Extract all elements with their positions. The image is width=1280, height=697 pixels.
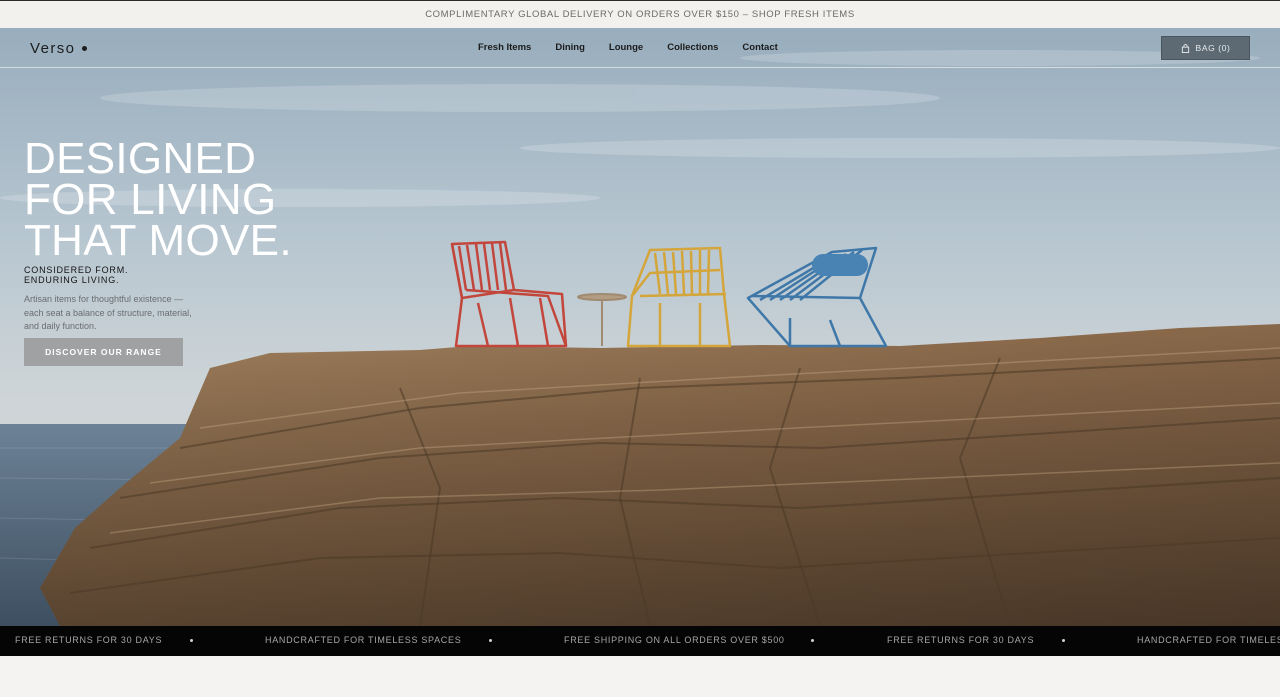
- bullet-icon: [190, 639, 193, 642]
- announcement-bar[interactable]: COMPLIMENTARY GLOBAL DELIVERY ON ORDERS …: [0, 0, 1280, 28]
- bag-label[interactable]: BAG (0): [1196, 43, 1231, 53]
- hero-headline: DESIGNED FOR LIVING THAT MOVE.: [24, 134, 292, 265]
- subheading-line: CONSIDERED FORM.: [24, 265, 129, 275]
- ticker-item: HANDCRAFTED FOR TIMELESS SPACES: [1137, 635, 1280, 645]
- ticker-item: FREE RETURNS FOR 30 DAYS: [887, 635, 1035, 645]
- headline-line: FOR LIVING: [24, 175, 277, 224]
- nav-item-contact[interactable]: Contact: [742, 42, 777, 53]
- bullet-icon: [811, 639, 814, 642]
- nav-item-fresh-items[interactable]: Fresh Items: [478, 42, 531, 53]
- hero-section: Verso Fresh Items Dining Lounge Collecti…: [0, 28, 1280, 626]
- logo[interactable]: Verso: [30, 40, 88, 57]
- headline-line: THAT MOVE.: [24, 216, 292, 265]
- nav-item-collections[interactable]: Collections: [667, 42, 718, 53]
- shopping-bag-icon: [1181, 43, 1189, 53]
- bag-button[interactable]: BAG (0): [1161, 36, 1250, 60]
- bullet-icon: [489, 639, 492, 642]
- ticker-item: FREE RETURNS FOR 30 DAYS: [15, 635, 163, 645]
- logo-text[interactable]: Verso: [30, 40, 75, 57]
- top-navigation: Verso Fresh Items Dining Lounge Collecti…: [0, 28, 1280, 68]
- hero-description: Artisan items for thoughtful existence —…: [24, 294, 192, 331]
- ticker-item: FREE SHIPPING ON ALL ORDERS OVER $500: [564, 635, 785, 645]
- main-menu: Fresh Items Dining Lounge Collections Co…: [478, 42, 778, 53]
- nav-item-lounge[interactable]: Lounge: [609, 42, 643, 53]
- nav-item-dining[interactable]: Dining: [555, 42, 585, 53]
- headline-line: DESIGNED: [24, 134, 257, 183]
- announcement-text[interactable]: COMPLIMENTARY GLOBAL DELIVERY ON ORDERS …: [425, 9, 855, 20]
- discover-range-button[interactable]: DISCOVER OUR RANGE: [24, 338, 183, 366]
- logo-dot-icon: [82, 46, 88, 51]
- page-below-fold: [0, 656, 1280, 697]
- subheading-line: ENDURING LIVING.: [24, 275, 120, 285]
- promo-ticker: FREE RETURNS FOR 30 DAYS HANDCRAFTED FOR…: [0, 626, 1280, 656]
- hero-subheading: CONSIDERED FORM. ENDURING LIVING.: [24, 265, 128, 285]
- bullet-icon: [1062, 639, 1065, 642]
- ticker-item: HANDCRAFTED FOR TIMELESS SPACES: [265, 635, 462, 645]
